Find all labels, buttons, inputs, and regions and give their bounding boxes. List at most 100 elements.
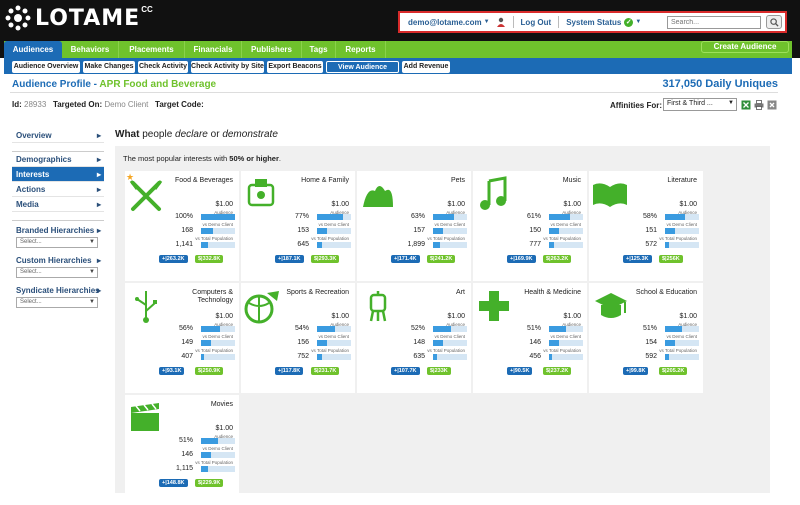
audience-pct: 51% (642, 325, 657, 332)
subtab-add-revenue[interactable]: Add Revenue (402, 61, 450, 73)
interest-value: $1.00 (563, 313, 581, 320)
subtab-view-audience-profile[interactable]: View Audience Profile (326, 61, 399, 83)
tab-publishers[interactable]: Publishers (241, 41, 301, 58)
search-icon (769, 17, 779, 27)
close-icon[interactable] (767, 100, 777, 110)
interest-card[interactable]: Computers & Technology $1.00 Audience 56… (125, 283, 239, 393)
reach-badge[interactable]: +|93.1K (159, 367, 185, 375)
bar-fill (549, 354, 552, 360)
bar-fill (317, 354, 322, 360)
branded-hierarchies-select[interactable]: Select... ▼ (16, 237, 98, 248)
revenue-badge[interactable]: $|233K (427, 367, 451, 375)
sidebar-item-media[interactable]: Media ▸ (12, 197, 104, 212)
divider (512, 16, 514, 28)
bar-track (317, 354, 351, 360)
user-email-menu[interactable]: demo@lotame.com (408, 18, 482, 27)
audience-pct: 51% (178, 437, 193, 444)
interest-card[interactable]: Sports & Recreation $1.00 Audience 54% v… (241, 283, 355, 393)
tab-tags[interactable]: Tags (301, 41, 335, 58)
interest-card[interactable]: School & Education $1.00 Audience 51% vs… (589, 283, 703, 393)
client-index: 156 (297, 339, 309, 346)
logout-link[interactable]: Log Out (521, 18, 552, 27)
bar-fill (433, 326, 451, 332)
client-index: 153 (297, 227, 309, 234)
daily-uniques: 317,050 Daily Uniques (662, 78, 778, 90)
sidebar-item-overview[interactable]: Overview ▸ (12, 128, 104, 143)
revenue-badge[interactable]: $|250.9K (195, 367, 224, 375)
reach-badge[interactable]: +|125.3K (623, 255, 652, 263)
sidebar-item-demographics[interactable]: Demographics ▸ (12, 152, 104, 167)
reach-badge[interactable]: +|169.9K (507, 255, 536, 263)
vs-population-label: vs Total Population (195, 236, 233, 241)
system-status-link[interactable]: System Status (566, 18, 621, 27)
interest-card[interactable]: Movies $1.00 Audience 51% vs Demo Client… (125, 395, 239, 505)
reach-badge[interactable]: +|107.7K (391, 367, 420, 375)
chevron-down-icon[interactable]: ▼ (635, 19, 641, 25)
excel-export-icon[interactable] (741, 100, 751, 110)
revenue-badge[interactable]: $|293.3K (311, 255, 340, 263)
reach-badge[interactable]: +|90.5K (507, 367, 533, 375)
subtab-audience-overview[interactable]: Audience Overview (12, 61, 80, 73)
interest-name: Art (456, 289, 465, 296)
reach-badge[interactable]: +|263.2K (159, 255, 188, 263)
syndicate-hierarchies-select[interactable]: Select... ▼ (16, 297, 98, 308)
tab-financials[interactable]: Financials (184, 41, 241, 58)
revenue-badge[interactable]: $|237.2K (543, 367, 572, 375)
subtab-export-beacons[interactable]: Export Beacons (267, 61, 323, 73)
affinities-value: First & Third ... (667, 100, 713, 107)
lotame-logo-icon (5, 5, 31, 31)
targeted-on-value: Demo Client (104, 100, 149, 109)
tab-placements[interactable]: Placements (118, 41, 184, 58)
interest-card[interactable]: Health & Medicine $1.00 Audience 51% vs … (473, 283, 587, 393)
reach-badge[interactable]: +|148.8K (159, 479, 188, 487)
revenue-badge[interactable]: $|231.7K (311, 367, 340, 375)
revenue-badge[interactable]: $|241.2K (427, 255, 456, 263)
reach-badge[interactable]: +|187.1K (275, 255, 304, 263)
sidebar-item-interests[interactable]: Interests ▸ (12, 167, 104, 182)
subtab-make-changes[interactable]: Make Changes (83, 61, 135, 73)
create-audience-button[interactable]: Create Audience (701, 41, 789, 53)
chevron-down-icon[interactable]: ▼ (484, 19, 490, 25)
tab-behaviors[interactable]: Behaviors (62, 41, 118, 58)
print-icon[interactable] (754, 100, 764, 110)
divider (12, 212, 104, 221)
client-index: 149 (181, 339, 193, 346)
population-index: 752 (297, 353, 309, 360)
bar-fill (201, 340, 211, 346)
revenue-badge[interactable]: $|256K (659, 255, 683, 263)
art-icon (369, 291, 387, 322)
interest-name: Health & Medicine (524, 289, 581, 296)
search-input[interactable] (667, 16, 761, 29)
logo[interactable]: LOTAME CC (5, 5, 153, 31)
subtab-check-activity[interactable]: Check Activity (138, 61, 188, 73)
reach-badge[interactable]: +|117.8K (275, 367, 304, 375)
reach-badge[interactable]: +|171.4K (391, 255, 420, 263)
user-icon[interactable] (496, 17, 506, 27)
star-icon[interactable]: ★ (126, 172, 134, 183)
interest-card[interactable]: Music $1.00 Audience 61% vs Demo Client … (473, 171, 587, 281)
search-button[interactable] (766, 15, 782, 29)
client-index: 146 (529, 339, 541, 346)
interest-card[interactable]: Art $1.00 Audience 52% vs Demo Client 14… (357, 283, 471, 393)
revenue-badge[interactable]: $|263.2K (543, 255, 572, 263)
revenue-badge[interactable]: $|205.2K (659, 367, 688, 375)
revenue-badge[interactable]: $|332.8K (195, 255, 224, 263)
revenue-badge[interactable]: $|229.9K (195, 479, 224, 487)
interest-value: $1.00 (563, 201, 581, 208)
vs-client-label: vs Demo Client (434, 222, 465, 227)
subtab-check-activity-by-site[interactable]: Check Activity by Site (191, 61, 264, 73)
interest-card[interactable]: Literature $1.00 Audience 58% vs Demo Cl… (589, 171, 703, 281)
tab-audiences[interactable]: Audiences (4, 41, 62, 58)
sidebar-item-actions[interactable]: Actions ▸ (12, 182, 104, 197)
affinities-select[interactable]: First & Third ... ▼ (663, 98, 737, 111)
audience-pct: 52% (410, 325, 425, 332)
reach-badge[interactable]: +|99.8K (623, 367, 649, 375)
interest-name: Sports & Recreation (286, 289, 349, 296)
interest-card[interactable]: ★ Food & Beverages $1.00 Audience 100% v… (125, 171, 239, 281)
tab-reports[interactable]: Reports (335, 41, 385, 58)
vs-client-label: vs Demo Client (202, 334, 233, 339)
interest-card[interactable]: Pets $1.00 Audience 63% vs Demo Client 1… (357, 171, 471, 281)
interest-card[interactable]: Home & Family $1.00 Audience 77% vs Demo… (241, 171, 355, 281)
custom-hierarchies-select[interactable]: Select... ▼ (16, 267, 98, 278)
logo-text: LOTAME (35, 5, 141, 31)
